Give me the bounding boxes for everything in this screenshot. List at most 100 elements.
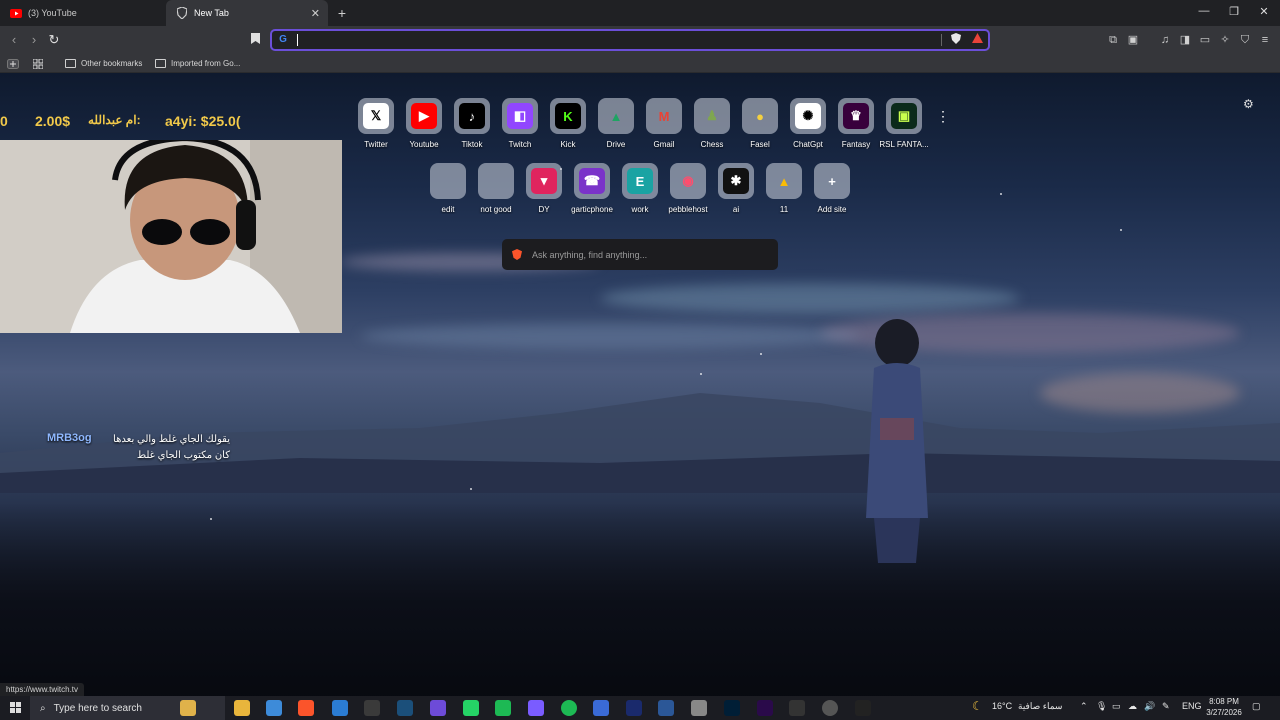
obs-icon[interactable] xyxy=(364,700,380,716)
shortcut-tile: ▲ xyxy=(598,98,634,134)
shortcut-tile: K xyxy=(550,98,586,134)
tray-chevron-icon[interactable]: ⌃ xyxy=(1080,701,1088,712)
minimize-button[interactable]: — xyxy=(1194,5,1214,17)
shortcut-icon: ◉ xyxy=(682,173,694,188)
wallet-icon[interactable]: ▭ xyxy=(1198,33,1212,47)
shortcut-icon xyxy=(483,168,509,194)
shortcut-tile xyxy=(478,163,514,199)
shortcut-tile: ▣ xyxy=(886,98,922,134)
shortcut-tile: 𝕏 xyxy=(358,98,394,134)
bookmark-icon[interactable] xyxy=(248,33,262,47)
sidebar-icon[interactable]: ◨ xyxy=(1178,33,1192,47)
whatsapp-icon[interactable] xyxy=(463,700,479,716)
clock[interactable]: 8:08 PM 3/27/2026 xyxy=(1206,697,1242,717)
capcut-icon[interactable] xyxy=(855,700,871,716)
fresco-icon[interactable] xyxy=(724,700,740,716)
more-options-icon[interactable]: ⋮ xyxy=(936,108,950,125)
brave-rewards-icon[interactable] xyxy=(970,33,984,47)
spotify-icon[interactable] xyxy=(561,700,577,716)
clock-time: 8:08 PM xyxy=(1209,697,1239,706)
file-explorer-icon[interactable] xyxy=(234,700,250,716)
menu-icon[interactable]: ≡ xyxy=(1258,33,1272,47)
forward-button[interactable]: › xyxy=(26,32,42,48)
brave-shields-icon[interactable] xyxy=(949,33,963,47)
language-indicator[interactable]: ENG xyxy=(1182,701,1202,711)
app-green-icon[interactable] xyxy=(495,700,511,716)
bookmark-label: Imported from Go... xyxy=(171,59,241,68)
volume-icon[interactable]: 🔊 xyxy=(1144,701,1155,712)
screenshot-icon[interactable]: ▣ xyxy=(1126,33,1140,47)
search-highlight-icon[interactable] xyxy=(180,700,196,716)
close-tab-icon[interactable]: ✕ xyxy=(311,7,320,20)
address-input[interactable] xyxy=(294,33,934,47)
browser-window: (3) YouTube New Tab ✕ + — ❐ ✕ ‹ › ↻ G ⧉ … xyxy=(0,0,1280,696)
tab-title: (3) YouTube xyxy=(28,8,77,18)
windows-start-icon[interactable] xyxy=(10,702,22,714)
status-bar-url: https://www.twitch.tv xyxy=(0,683,85,696)
tab-strip: (3) YouTube New Tab ✕ + — ❐ ✕ xyxy=(0,0,1280,26)
bookmark-folder-other[interactable]: Other bookmarks xyxy=(65,57,142,70)
wallpaper-star xyxy=(470,488,472,490)
word-icon[interactable] xyxy=(658,700,674,716)
apps-grid-icon[interactable] xyxy=(33,57,43,70)
shortcut-tile: ☎ xyxy=(574,163,610,199)
ask-search-box[interactable]: Ask anything, find anything... xyxy=(502,239,778,270)
onedrive-icon[interactable]: ☁ xyxy=(1128,701,1137,712)
vpn-app-icon[interactable] xyxy=(593,700,609,716)
network-icon[interactable]: ▭ xyxy=(1112,701,1121,712)
media-icon[interactable]: ♫ xyxy=(1158,33,1172,47)
address-bar[interactable]: G xyxy=(270,29,990,51)
weather-desc[interactable]: سماء صافية xyxy=(1018,701,1062,712)
microphone-icon[interactable]: 🎙 xyxy=(1096,701,1107,712)
steam-icon[interactable] xyxy=(397,700,413,716)
weather-moon-icon: ☾ xyxy=(972,699,983,713)
back-button[interactable]: ‹ xyxy=(6,32,22,48)
restore-button[interactable]: ❐ xyxy=(1224,5,1244,18)
bookmark-folder-imported[interactable]: Imported from Go... xyxy=(155,57,240,70)
shortcut-tile: + xyxy=(814,163,850,199)
pen-icon[interactable]: ✎ xyxy=(1162,701,1170,712)
shortcut-tile: ♟ xyxy=(694,98,730,134)
discord-icon[interactable] xyxy=(430,700,446,716)
weather-temp[interactable]: 16°C xyxy=(992,701,1012,711)
chatgpt-app-icon[interactable] xyxy=(691,700,707,716)
shortcut-tile: ◧ xyxy=(502,98,538,134)
davinci-icon[interactable] xyxy=(822,700,838,716)
ipvanish-icon[interactable] xyxy=(789,700,805,716)
tab-youtube[interactable]: (3) YouTube xyxy=(0,0,165,26)
shortcut-icon: ♟ xyxy=(706,108,718,123)
wallpaper-cloud xyxy=(600,283,1020,313)
bookmarks-bar: Other bookmarks Imported from Go... xyxy=(0,54,1280,73)
streamer-webcam xyxy=(0,140,342,333)
outlook-icon[interactable] xyxy=(332,700,348,716)
reload-button[interactable]: ↻ xyxy=(46,32,62,48)
webcam-person xyxy=(0,140,342,333)
wallpaper-star xyxy=(1000,193,1002,195)
new-tab-page: 0 2.00$ ام عبدالله: a4yi: $25.0( MRB3og … xyxy=(0,73,1280,696)
new-tab-button[interactable]: + xyxy=(333,4,351,22)
taskbar-search-placeholder: Type here to search xyxy=(53,702,142,714)
shortcut-tile: M xyxy=(646,98,682,134)
close-window-button[interactable]: ✕ xyxy=(1254,5,1274,18)
leo-ai-icon[interactable]: ✧ xyxy=(1218,33,1232,47)
premiere-icon[interactable] xyxy=(757,700,773,716)
shortcut-tile: ▲ xyxy=(766,163,802,199)
shortcut-add-site[interactable]: + Add site xyxy=(802,163,862,214)
shortcut-label: Add site xyxy=(817,205,847,214)
vpn-shield-icon[interactable]: ⛉ xyxy=(1238,33,1252,47)
folder-icon xyxy=(65,59,76,68)
notifications-icon[interactable]: ▢ xyxy=(1252,701,1261,712)
ask-placeholder: Ask anything, find anything... xyxy=(532,249,648,260)
extensions-icon[interactable]: ⧉ xyxy=(1106,33,1120,47)
tab-new-tab[interactable]: New Tab ✕ xyxy=(166,0,328,26)
ms-store-icon[interactable] xyxy=(266,700,282,716)
terminal-icon[interactable] xyxy=(626,700,642,716)
shortcut-icon: + xyxy=(828,173,836,189)
shortcut-rsl-fanta[interactable]: ▣ RSL FANTA... xyxy=(874,98,934,149)
brave-taskbar-icon[interactable] xyxy=(298,700,314,716)
wallpaper-cloud xyxy=(360,323,860,349)
shortcut-icon: M xyxy=(658,108,670,124)
customize-gear-icon[interactable]: ⚙ xyxy=(1243,97,1254,111)
bookmarks-toggle-icon[interactable] xyxy=(7,57,19,70)
game-controller-icon[interactable] xyxy=(528,700,544,716)
